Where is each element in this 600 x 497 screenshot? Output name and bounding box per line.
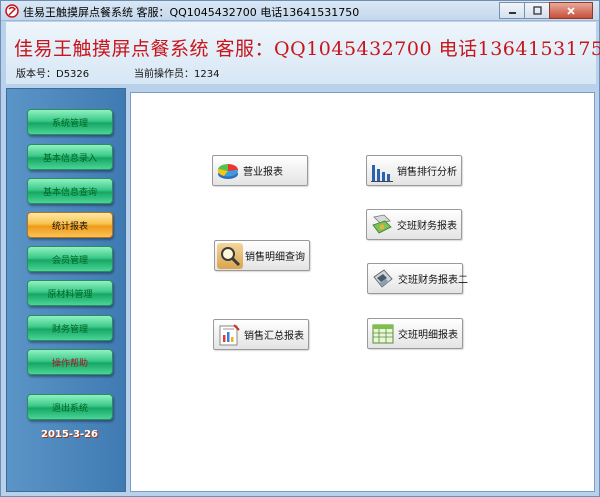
sidebar-item-label: 系统管理 [51, 118, 88, 129]
business-report-button[interactable]: 营业报表 [212, 155, 308, 186]
maximize-button[interactable] [524, 2, 550, 19]
sidebar-item-help[interactable]: 操作帮助 [27, 349, 113, 375]
sidebar-item-system-management[interactable]: 系统管理 [27, 109, 113, 135]
app-header: 佳易王触摸屏点餐系统 客服：QQ1045432700 电话13641531750… [6, 22, 600, 84]
money-report-icon [369, 212, 395, 238]
window-controls [499, 2, 593, 19]
app-logo-icon [5, 4, 19, 18]
sidebar-item-label: 会员管理 [51, 255, 88, 266]
sidebar: 系统管理 基本信息录入 基本信息查询 统计报表 会员管理 原材料管理 财务管理 … [6, 88, 126, 492]
sales-ranking-button[interactable]: 销售排行分析 [366, 155, 462, 186]
sidebar-item-label: 退出系统 [51, 403, 88, 414]
app-window: 佳易王触摸屏点餐系统 客服：QQ1045432700 电话13641531750… [0, 0, 600, 497]
sidebar-item-basic-info-query[interactable]: 基本信息查询 [27, 178, 113, 204]
shift-detail-report-button[interactable]: 交班明细报表 [367, 318, 463, 349]
sidebar-item-basic-info-entry[interactable]: 基本信息录入 [27, 144, 113, 170]
sales-ranking-label: 销售排行分析 [397, 167, 457, 178]
header-title: 佳易王触摸屏点餐系统 客服：QQ1045432700 电话13641531750 [14, 38, 600, 60]
sidebar-item-label: 基本信息查询 [42, 187, 97, 198]
maximize-icon [532, 6, 542, 15]
shift-finance-report-2-label: 交班财务报表二 [398, 275, 468, 286]
sales-summary-report-label: 销售汇总报表 [244, 331, 304, 342]
calculator-icon [370, 266, 396, 292]
sales-detail-query-label: 销售明细查询 [245, 252, 305, 263]
version-label: 版本号：D5326 [16, 69, 90, 80]
close-button[interactable] [549, 2, 593, 19]
sales-summary-report-button[interactable]: 销售汇总报表 [213, 319, 309, 350]
business-report-label: 营业报表 [243, 167, 283, 178]
sidebar-item-finance-management[interactable]: 财务管理 [27, 315, 113, 341]
bar-chart-icon [369, 158, 395, 184]
sidebar-item-member-management[interactable]: 会员管理 [27, 246, 113, 272]
sidebar-item-material-management[interactable]: 原材料管理 [27, 280, 113, 306]
close-icon [567, 6, 575, 15]
sidebar-item-label: 统计报表 [51, 221, 88, 232]
window-title: 佳易王触摸屏点餐系统 客服：QQ1045432700 电话13641531750 [23, 6, 360, 19]
sidebar-item-label: 财务管理 [51, 324, 88, 335]
sidebar-date: 2015-3-26 [41, 429, 99, 440]
main-panel: 营业报表 销售排行分析 交班财务报表 销售明细查询 交班财务报表二 销售汇总报表… [130, 92, 595, 492]
minimize-button[interactable] [499, 2, 525, 19]
shift-finance-report-button[interactable]: 交班财务报表 [366, 209, 462, 240]
sales-detail-query-button[interactable]: 销售明细查询 [214, 240, 310, 271]
report-chart-icon [216, 322, 242, 348]
sidebar-item-label: 原材料管理 [47, 289, 93, 300]
pie-chart-icon [215, 158, 241, 184]
operator-label: 当前操作员：1234 [134, 69, 220, 80]
bottom-edge [6, 492, 596, 496]
sidebar-item-exit[interactable]: 退出系统 [27, 394, 113, 420]
shift-detail-report-label: 交班明细报表 [398, 330, 458, 341]
minimize-icon [508, 12, 516, 14]
sidebar-item-statistics-reports[interactable]: 统计报表 [27, 212, 113, 238]
magnifier-icon [217, 242, 243, 269]
shift-finance-report-label: 交班财务报表 [397, 221, 457, 232]
title-bar[interactable]: 佳易王触摸屏点餐系统 客服：QQ1045432700 电话13641531750 [1, 1, 599, 21]
sidebar-item-label: 操作帮助 [51, 358, 88, 369]
sidebar-item-label: 基本信息录入 [42, 153, 97, 164]
shift-finance-report-2-button[interactable]: 交班财务报表二 [367, 263, 468, 294]
spreadsheet-icon [370, 321, 396, 347]
